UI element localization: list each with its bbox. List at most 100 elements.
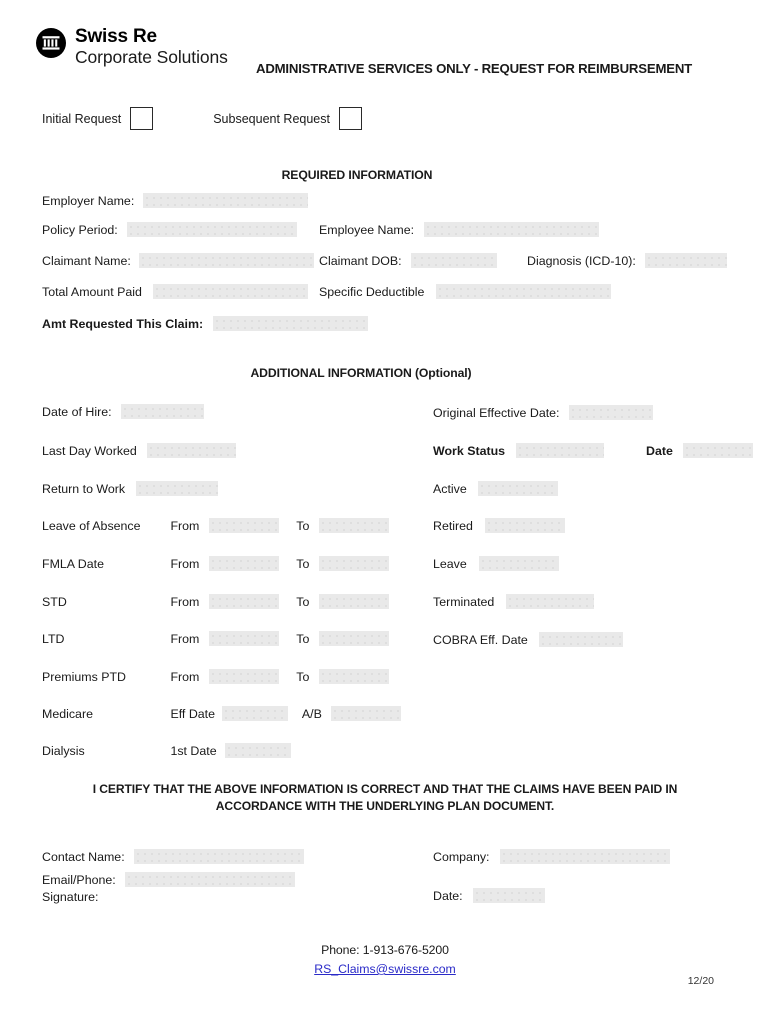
- document-footer: Phone: 1-913-676-5200 RS_Claims@swissre.…: [0, 941, 770, 978]
- ltd-to-input[interactable]: [318, 631, 389, 647]
- signature-date-input[interactable]: [473, 888, 546, 904]
- work-status-date-label: Date: [646, 443, 673, 458]
- claimant-name-label: Claimant Name:: [42, 253, 131, 268]
- medicare-label: Medicare: [42, 706, 93, 721]
- fmla-from-input[interactable]: [208, 556, 279, 572]
- employer-name-label: Employer Name:: [42, 193, 135, 208]
- work-status-label: Work Status: [433, 443, 506, 458]
- policy-period-input[interactable]: [127, 222, 298, 238]
- active-row: Active: [433, 480, 559, 497]
- employer-name-row: Employer Name:: [42, 192, 308, 209]
- work-status-input[interactable]: [515, 443, 604, 459]
- employee-name-input[interactable]: [423, 222, 599, 238]
- to-label: To: [296, 631, 310, 646]
- policy-period-row: Policy Period:: [42, 221, 298, 238]
- premiums-ptd-row: Premiums PTD From To: [42, 668, 389, 685]
- request-type-row: Initial Request Subsequent Request: [42, 107, 362, 130]
- original-effective-date-label: Original Effective Date:: [433, 405, 560, 420]
- leave-of-absence-row: Leave of Absence From To: [42, 517, 389, 534]
- from-label: From: [170, 631, 200, 646]
- leave-input[interactable]: [479, 556, 560, 572]
- email-phone-input[interactable]: [125, 872, 296, 888]
- form-page: Swiss Re Corporate Solutions ADMINISTRAT…: [0, 0, 770, 1024]
- document-header: Swiss Re Corporate Solutions ADMINISTRAT…: [0, 0, 770, 95]
- last-day-worked-label: Last Day Worked: [42, 443, 137, 458]
- std-from-input[interactable]: [208, 594, 279, 610]
- contact-name-row: Contact Name:: [42, 848, 305, 865]
- signature-label: Signature:: [42, 889, 99, 904]
- retired-input[interactable]: [485, 518, 566, 534]
- document-title: ADMINISTRATIVE SERVICES ONLY - REQUEST F…: [256, 61, 693, 76]
- to-label: To: [296, 669, 310, 684]
- claims-email-link[interactable]: RS_Claims@swissre.com: [314, 960, 456, 978]
- last-day-worked-input[interactable]: [147, 443, 237, 459]
- dialysis-first-date-input[interactable]: [225, 743, 292, 759]
- employer-name-input[interactable]: [142, 193, 308, 209]
- cobra-input[interactable]: [539, 632, 624, 648]
- diagnosis-input[interactable]: [645, 253, 728, 269]
- return-to-work-input[interactable]: [135, 481, 218, 497]
- amt-requested-row: Amt Requested This Claim:: [42, 315, 368, 332]
- date-of-hire-input[interactable]: [121, 404, 205, 420]
- to-label: To: [296, 518, 310, 533]
- employee-name-row: Employee Name:: [319, 221, 599, 238]
- medicare-ab-input[interactable]: [331, 706, 402, 722]
- claimant-name-input[interactable]: [139, 253, 315, 269]
- policy-period-label: Policy Period:: [42, 222, 118, 237]
- ltd-row: LTD From To: [42, 630, 389, 647]
- signature-date-label: Date:: [433, 888, 463, 903]
- work-status-date-row: Date: [646, 442, 754, 459]
- leave-of-absence-to-input[interactable]: [318, 518, 389, 534]
- company-input[interactable]: [499, 849, 670, 865]
- fmla-date-row: FMLA Date From To: [42, 555, 389, 572]
- contact-name-input[interactable]: [134, 849, 305, 865]
- to-label: To: [296, 556, 310, 571]
- claimant-dob-input[interactable]: [411, 253, 498, 269]
- return-to-work-label: Return to Work: [42, 481, 126, 496]
- original-effective-date-input[interactable]: [568, 405, 653, 421]
- specific-deductible-input[interactable]: [435, 284, 611, 300]
- premiums-ptd-from-input[interactable]: [208, 669, 279, 685]
- std-label: STD: [42, 594, 67, 609]
- total-amount-paid-input[interactable]: [153, 284, 309, 300]
- subsequent-request-checkbox[interactable]: [338, 107, 362, 130]
- claimant-name-row: Claimant Name:: [42, 252, 315, 269]
- to-label: To: [296, 594, 310, 609]
- cobra-label: COBRA Eff. Date: [433, 632, 528, 647]
- terminated-input[interactable]: [505, 594, 594, 610]
- std-to-input[interactable]: [318, 594, 389, 610]
- premiums-ptd-to-input[interactable]: [318, 669, 389, 685]
- work-status-date-input[interactable]: [683, 443, 754, 459]
- leave-row: Leave: [433, 555, 560, 572]
- certification-line-1: I CERTIFY THAT THE ABOVE INFORMATION IS …: [92, 782, 678, 796]
- medicare-row: Medicare Eff Date A/B: [42, 705, 402, 722]
- swiss-re-wordmark: Swiss Re Corporate Solutions: [75, 26, 228, 67]
- ltd-from-input[interactable]: [208, 631, 279, 647]
- std-row: STD From To: [42, 593, 389, 610]
- active-input[interactable]: [478, 481, 559, 497]
- from-label: From: [170, 518, 200, 533]
- dialysis-row: Dialysis 1st Date: [42, 742, 292, 759]
- fmla-to-input[interactable]: [318, 556, 389, 572]
- last-day-worked-row: Last Day Worked: [42, 442, 237, 459]
- leave-of-absence-label: Leave of Absence: [42, 518, 141, 533]
- amt-requested-input[interactable]: [212, 316, 368, 332]
- dialysis-first-date-label: 1st Date: [170, 743, 217, 758]
- initial-request-checkbox[interactable]: [130, 107, 154, 130]
- medicare-eff-date-input[interactable]: [222, 706, 289, 722]
- total-amount-paid-label: Total Amount Paid: [42, 284, 142, 299]
- ltd-label: LTD: [42, 631, 65, 646]
- certification-line-2: ACCORDANCE WITH THE UNDERLYING PLAN DOCU…: [215, 798, 555, 813]
- required-information-heading: REQUIRED INFORMATION: [281, 168, 433, 182]
- total-amount-paid-row: Total Amount Paid: [42, 283, 309, 300]
- specific-deductible-row: Specific Deductible: [319, 283, 611, 300]
- leave-of-absence-from-input[interactable]: [208, 518, 279, 534]
- initial-request-label: Initial Request: [42, 111, 122, 126]
- from-label: From: [170, 594, 200, 609]
- email-phone-label: Email/Phone:: [42, 872, 116, 887]
- from-label: From: [170, 556, 200, 571]
- contact-name-label: Contact Name:: [42, 849, 125, 864]
- company-label: Company:: [433, 849, 490, 864]
- claimant-dob-row: Claimant DOB:: [319, 252, 498, 269]
- terminated-row: Terminated: [433, 593, 594, 610]
